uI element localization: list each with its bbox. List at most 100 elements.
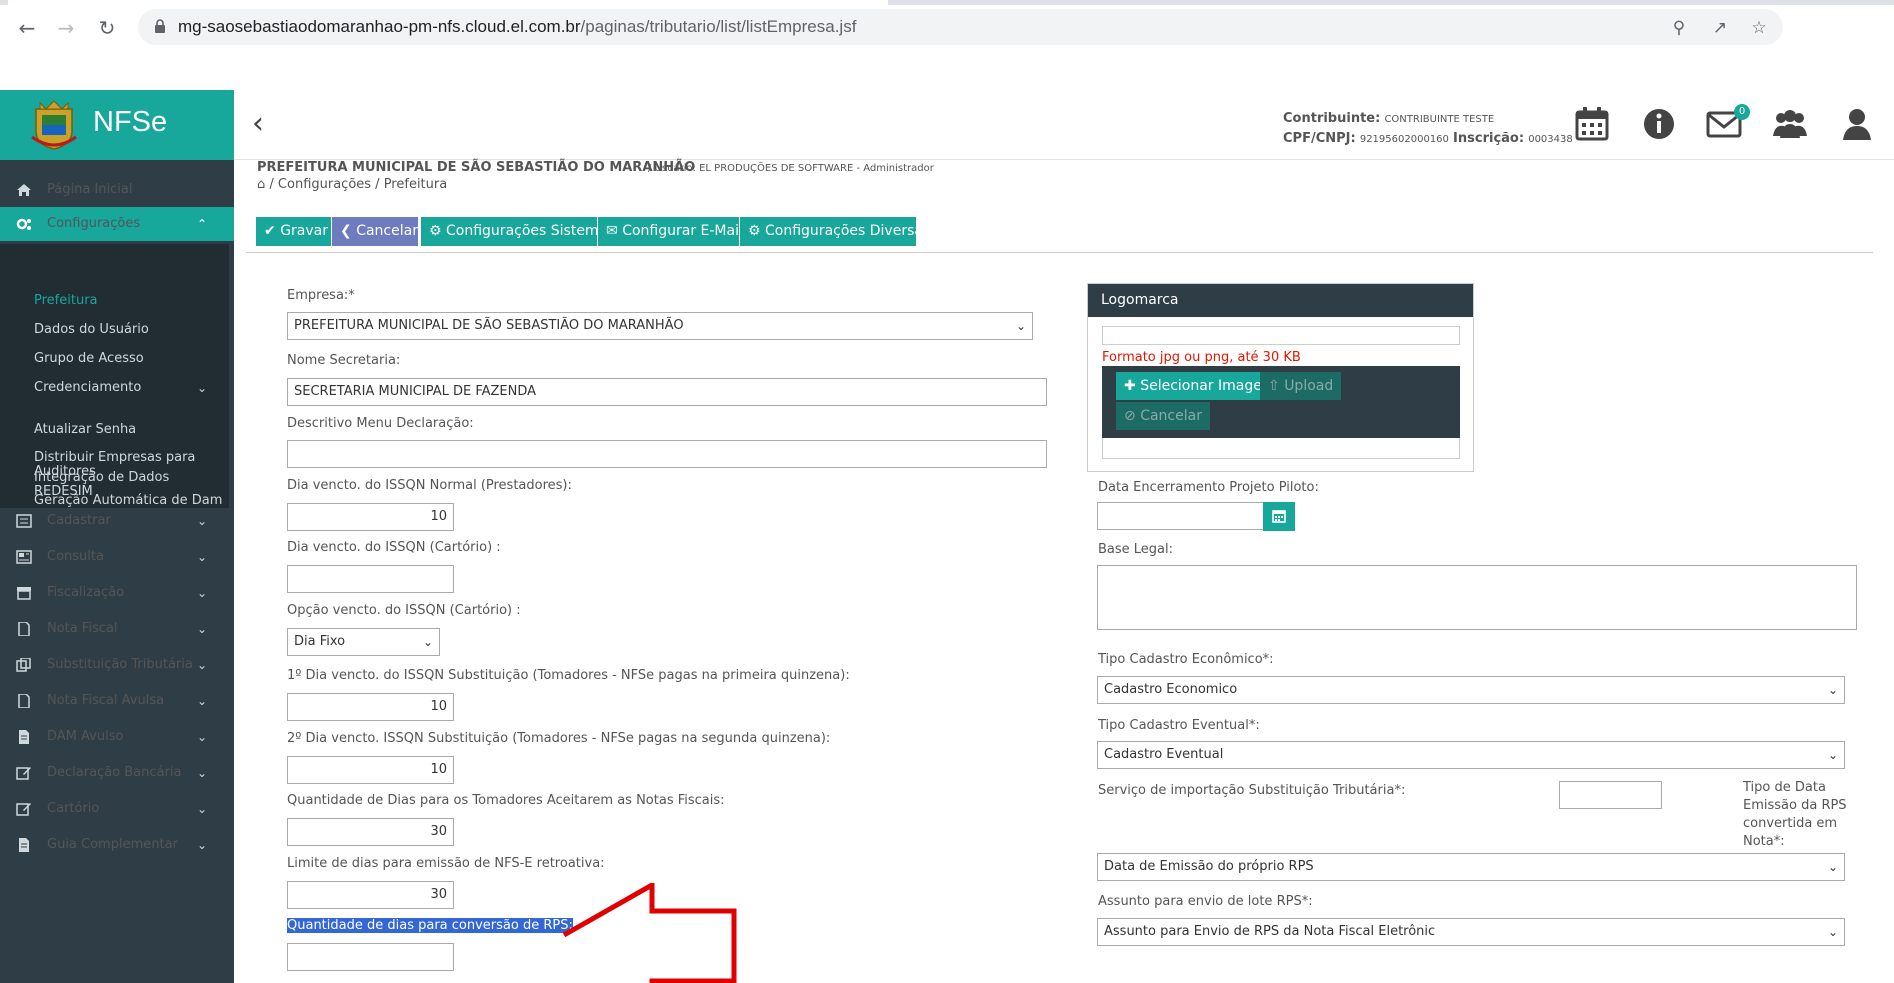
cogs-icon	[16, 218, 31, 230]
submenu-label: REDESIM	[34, 484, 93, 499]
sidebar-label: DAM Avulso	[47, 729, 124, 744]
info-icon[interactable]	[1641, 106, 1677, 142]
submenu-label: Distribuir Empresas para	[34, 450, 196, 465]
empresa-select[interactable]: PREFEITURA MUNICIPAL DE SÃO SEBASTIÃO DO…	[287, 312, 1033, 340]
inscricao-value: 0003438	[1528, 134, 1573, 145]
sidebar-item-dam-avulso[interactable]: DAM Avulso ⌄	[0, 721, 234, 753]
dia1-subst-input[interactable]: 10	[287, 693, 454, 721]
chevron-down-icon: ⌄	[422, 635, 433, 649]
qtd-dias-aceitar-input[interactable]: 30	[287, 818, 454, 846]
bookmark-star-icon[interactable]: ☆	[1748, 17, 1770, 39]
assunto-label: Assunto para envio de lote RPS*:	[1098, 894, 1313, 909]
qtd-rps-input[interactable]	[287, 943, 454, 971]
opcao-cartorio-value: Dia Fixo	[294, 634, 346, 649]
sidebar-label: Substituição Tributária	[47, 657, 193, 672]
nome-secretaria-label: Nome Secretaria:	[287, 353, 401, 368]
submenu-item-credenciamento[interactable]: Credenciamento ⌄	[34, 380, 207, 396]
back-icon[interactable]: ←	[13, 14, 41, 42]
contribuinte-info: Contribuinte: CONTRIBUINTE TESTE CPF/CNP…	[1283, 109, 1573, 149]
home-icon	[17, 184, 31, 196]
sidebar-item-guia-complementar[interactable]: Guia Complementar ⌄	[0, 829, 234, 861]
submenu-label: Credenciamento	[34, 380, 142, 395]
submenu-item-grupo-acesso[interactable]: Grupo de Acesso	[34, 352, 144, 366]
check-icon: ✔	[264, 223, 276, 239]
upload-button[interactable]: ⇧ Upload	[1260, 372, 1342, 400]
brand-header[interactable]: NFSe	[0, 90, 234, 160]
gravar-button[interactable]: ✔ Gravar	[256, 217, 331, 246]
logomarca-panel: Logomarca Formato jpg ou png, até 30 KB …	[1087, 283, 1474, 472]
descritivo-input[interactable]	[287, 440, 1047, 468]
sidebar-item-pagina-inicial[interactable]: Página Inicial	[0, 174, 234, 206]
tipo-cad-event-select[interactable]: Cadastro Eventual ⌄	[1097, 741, 1845, 769]
configurar-email-button[interactable]: ✉ Configurar E-Mail	[598, 217, 743, 246]
submenu-item-dados-usuario[interactable]: Dados do Usuário	[34, 323, 149, 337]
contribuinte-value: CONTRIBUINTE TESTE	[1384, 114, 1495, 125]
users-group-icon[interactable]	[1772, 106, 1808, 142]
sidebar-label: Cadastrar	[47, 513, 111, 528]
configuracoes-submenu: Prefeitura Dados do Usuário Grupo de Ace…	[0, 244, 229, 508]
sidebar-item-configuracoes[interactable]: Configurações ⌃	[0, 207, 234, 241]
opcao-cartorio-select[interactable]: Dia Fixo ⌄	[287, 628, 440, 656]
user-icon[interactable]	[1839, 106, 1875, 142]
submenu-item-prefeitura[interactable]: Prefeitura	[34, 294, 98, 308]
selecionar-imagem-button[interactable]: ✚ Selecionar Imagem	[1116, 372, 1284, 400]
cancelar-button[interactable]: ❮ Cancelar	[332, 217, 418, 246]
edit-icon	[16, 767, 31, 780]
plus-icon: ✚	[1124, 378, 1136, 394]
chevron-down-icon: ⌄	[197, 622, 208, 636]
sidebar-item-cartorio[interactable]: Cartório ⌄	[0, 793, 234, 825]
limite-retro-input[interactable]: 30	[287, 881, 454, 909]
sidebar-label: Nota Fiscal	[47, 621, 118, 636]
sidebar-item-substituicao-tributaria[interactable]: Substituição Tributária ⌄	[0, 649, 234, 681]
chevron-down-icon: ⌄	[197, 766, 208, 780]
collapse-sidebar-icon[interactable]: ‹	[252, 106, 276, 141]
base-legal-textarea[interactable]	[1097, 565, 1857, 630]
sidebar-item-nota-fiscal[interactable]: Nota Fiscal ⌄	[0, 613, 234, 645]
forward-icon[interactable]: →	[52, 14, 80, 42]
dia-normal-input[interactable]: 10	[287, 503, 454, 531]
tipo-cad-eco-select[interactable]: Cadastro Economico ⌄	[1097, 676, 1845, 704]
dia2-subst-input[interactable]: 10	[287, 756, 454, 784]
qtd-dias-aceitar-label: Quantidade de Dias para os Tomadores Ace…	[287, 793, 725, 808]
active-tab[interactable]	[8, 0, 888, 5]
tipo-data-select[interactable]: Data de Emissão do próprio RPS ⌄	[1097, 853, 1845, 881]
sidebar-label: Guia Complementar	[47, 837, 178, 852]
chevron-down-icon: ⌄	[1827, 925, 1838, 939]
tipo-data-label-line: Tipo de Data	[1743, 780, 1826, 795]
home-icon[interactable]: ⌂	[257, 177, 265, 192]
org-name: PREFEITURA MUNICIPAL DE SÃO SEBASTIÃO DO…	[257, 160, 696, 175]
button-label: Configurar E-Mail	[622, 223, 743, 239]
submenu-item-atualizar-senha[interactable]: Atualizar Senha	[34, 423, 136, 437]
breadcrumb-path: ⌂ / Configurações / Prefeitura	[257, 177, 447, 192]
data-encerramento-label: Data Encerramento Projeto Piloto:	[1098, 480, 1319, 495]
share-icon[interactable]: ↗	[1709, 17, 1731, 39]
configuracoes-diversas-button[interactable]: ⚙ Configurações Diversas	[740, 217, 930, 246]
sidebar-item-consulta[interactable]: Consulta ⌄	[0, 541, 234, 573]
brand-name: NFSe	[93, 106, 168, 138]
data-encerramento-input[interactable]	[1097, 502, 1264, 530]
inscricao-label: Inscrição:	[1453, 131, 1525, 146]
sidebar-item-declaracao-bancaria[interactable]: Declaração Bancária ⌄	[0, 757, 234, 789]
dia1-subst-label: 1º Dia vencto. do ISSQN Substituição (To…	[287, 668, 850, 683]
red-arrow-annotation	[562, 883, 737, 983]
zoom-icon[interactable]: ⚲	[1668, 17, 1690, 39]
cancelar-upload-button[interactable]: ⊘ Cancelar	[1116, 402, 1210, 430]
submenu-item-integracao-redesim[interactable]: Integração de Dados REDESIM	[34, 471, 169, 499]
button-label: Configurações Sistema	[446, 223, 608, 239]
sidebar-item-cadastrar[interactable]: Cadastrar ⌄	[0, 505, 234, 537]
logomarca-title: Logomarca	[1088, 284, 1473, 317]
sidebar-item-fiscalizacao[interactable]: Fiscalização ⌄	[0, 577, 234, 609]
calendar-icon[interactable]	[1574, 106, 1610, 142]
user-info: / Usuário: EL PRODUÇÕES DE SOFTWARE - Ad…	[648, 163, 934, 174]
crest-logo-icon	[31, 100, 77, 150]
tipo-data-label-line: convertida em	[1743, 816, 1838, 831]
sidebar-item-nota-fiscal-avulsa[interactable]: Nota Fiscal Avulsa ⌄	[0, 685, 234, 717]
dia-cartorio-input[interactable]	[287, 565, 454, 593]
assunto-select[interactable]: Assunto para Envio de RPS da Nota Fiscal…	[1097, 918, 1845, 946]
servico-import-input[interactable]	[1559, 781, 1662, 809]
nome-secretaria-input[interactable]: SECRETARIA MUNICIPAL DE FAZENDA	[287, 378, 1047, 406]
address-bar[interactable]: mg-saosebastiaodomaranhao-pm-nfs.cloud.e…	[138, 9, 1783, 45]
calendar-picker-button[interactable]	[1263, 502, 1295, 531]
configuracoes-sistema-button[interactable]: ⚙ Configurações Sistema	[421, 217, 607, 246]
reload-icon[interactable]: ↻	[93, 14, 121, 42]
